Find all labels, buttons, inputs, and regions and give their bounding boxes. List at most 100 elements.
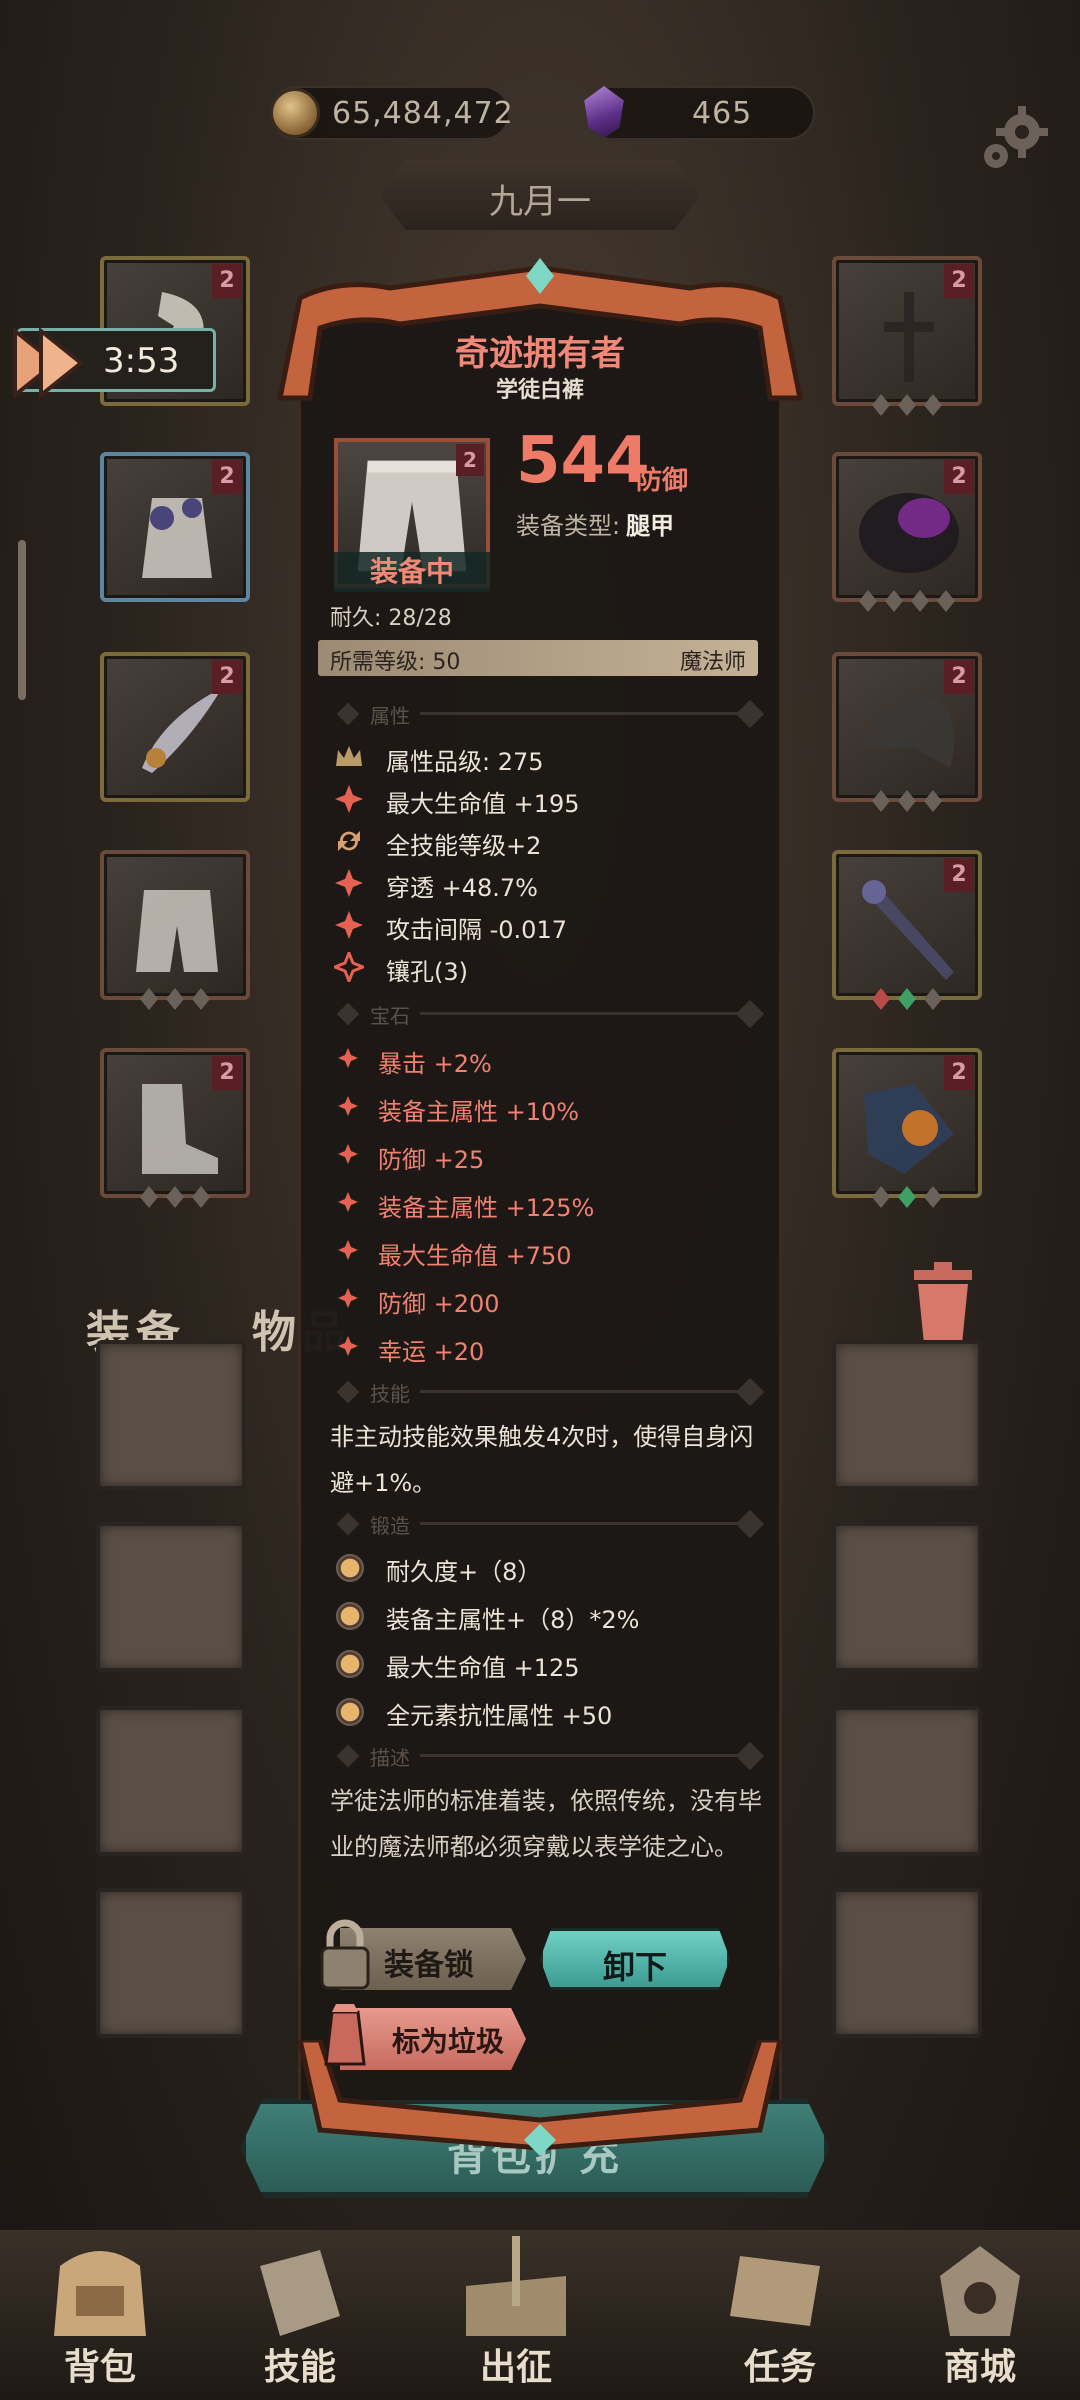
section-title: 属性 <box>370 704 410 728</box>
section-title: 宝石 <box>370 1004 410 1028</box>
section-skill: 技能 <box>330 1377 770 1407</box>
gem-star-icon <box>338 1192 358 1212</box>
inventory-slot[interactable] <box>832 1706 982 1856</box>
red-star-icon <box>335 911 363 939</box>
coin-icon <box>270 88 320 138</box>
section-title: 锻造 <box>370 1514 410 1538</box>
lock-icon <box>320 1919 370 1990</box>
inventory-slot[interactable] <box>832 1522 982 1672</box>
slot-right-5[interactable]: 2 <box>832 1048 982 1208</box>
forge-dot-icon <box>336 1698 364 1726</box>
feather-charm-icon <box>142 688 222 773</box>
socket-row <box>836 988 978 1010</box>
map-sword-icon <box>466 2236 566 2336</box>
item-subtitle: 学徒白裤 <box>495 378 584 403</box>
nav-label: 背包 <box>63 2347 136 2388</box>
crown-icon <box>336 746 362 766</box>
section-title: 技能 <box>370 1382 410 1406</box>
dark-armor-icon <box>859 493 959 573</box>
nav-label: 技能 <box>263 2347 336 2388</box>
section-description: 描述 <box>330 1741 770 1771</box>
level-badge: 2 <box>944 858 974 892</box>
button-label: 卸下 <box>602 1948 667 1986</box>
level-badge: 2 <box>944 460 974 494</box>
nav-tasks[interactable]: 任务 <box>680 2230 880 2400</box>
inventory-slot[interactable] <box>96 1888 246 2038</box>
gem-star-icon <box>338 1288 358 1308</box>
skill-description: 非主动技能效果触发4次时，使得自身闪避+1%。 <box>330 1423 754 1497</box>
defense-value: 544 <box>516 424 650 498</box>
refresh-icon <box>338 831 360 851</box>
gem-star-icon <box>338 1336 358 1356</box>
bottom-nav: 背包 技能 出征 任务 商城 <box>0 2230 1080 2400</box>
orb-shield-icon <box>864 1084 954 1174</box>
gem-star-icon <box>338 1144 358 1164</box>
timer-badge[interactable]: 3:53 <box>13 326 216 400</box>
forge-dot-icon <box>336 1602 364 1630</box>
level-badge: 2 <box>456 444 484 476</box>
inventory-slot[interactable] <box>96 1340 246 1490</box>
equipment-type-value: 腿甲 <box>626 512 675 540</box>
section-attributes: 属性 <box>330 699 770 729</box>
gem-star-icon <box>338 1096 358 1116</box>
equipment-type: 装备类型: 腿甲 <box>516 506 674 541</box>
pants-icon <box>136 890 218 972</box>
socket-icon <box>334 952 364 982</box>
double-arrow-icon <box>13 326 85 400</box>
socket-row <box>104 1186 246 1208</box>
slot-right-2[interactable]: 2 <box>832 452 982 612</box>
equipped-tag: 装备中 <box>334 552 490 592</box>
red-star-icon <box>335 869 363 897</box>
boots-icon <box>142 1084 218 1174</box>
required-class: 魔法师 <box>679 650 746 675</box>
socket-row <box>836 394 978 416</box>
button-label: 装备锁 <box>384 1948 474 1983</box>
level-badge: 2 <box>944 660 974 694</box>
staff-icon <box>862 880 954 980</box>
nav-label: 商城 <box>943 2347 1016 2388</box>
level-badge: 2 <box>212 660 242 694</box>
required-level: 所需等级: 50 <box>330 650 461 675</box>
inventory-slot[interactable] <box>832 1340 982 1490</box>
inventory-slot[interactable] <box>832 1888 982 2038</box>
level-badge: 2 <box>944 264 974 298</box>
forge-dot-icon <box>336 1554 364 1582</box>
slot-left-5[interactable]: 2 <box>100 1048 250 1208</box>
item-title: 奇迹拥有者 <box>455 334 625 374</box>
slot-left-2[interactable]: 2 <box>100 452 250 602</box>
socket-row <box>836 590 978 612</box>
defense-unit: 防御 <box>636 466 689 496</box>
slot-right-4[interactable]: 2 <box>832 850 982 1010</box>
nav-expedition[interactable]: 出征 <box>416 2230 616 2400</box>
equipment-type-label: 装备类型: <box>516 512 621 540</box>
item-description: 学徒法师的标准着装，依照传统，没有毕业的魔法师都必须穿戴以表学徒之心。 <box>330 1787 762 1861</box>
forge-dot-icon <box>336 1650 364 1678</box>
nav-shop[interactable]: 商城 <box>880 2230 1080 2400</box>
cross-necklace-icon <box>884 292 934 382</box>
gem-star-icon <box>338 1240 358 1260</box>
slot-left-4[interactable] <box>100 850 250 1010</box>
inventory-slot[interactable] <box>96 1522 246 1672</box>
junk-icon <box>324 2004 366 2066</box>
gem-star-icon <box>338 1048 358 1068</box>
slot-right-3[interactable]: 2 <box>832 652 982 812</box>
timer-value: 3:53 <box>103 341 180 381</box>
level-badge: 2 <box>212 264 242 298</box>
slot-left-3[interactable]: 2 <box>100 652 250 802</box>
scroll-icon <box>730 2256 820 2326</box>
flower-robe-icon <box>142 498 212 578</box>
scrollbar[interactable] <box>18 540 26 700</box>
gear-icon[interactable] <box>976 100 1052 176</box>
socket-row <box>836 1186 978 1208</box>
nav-label: 任务 <box>743 2347 816 2388</box>
slot-right-1[interactable]: 2 <box>832 256 982 416</box>
nav-backpack[interactable]: 背包 <box>0 2230 200 2400</box>
section-gems: 宝石 <box>330 999 770 1029</box>
trash-icon[interactable] <box>910 1262 976 1346</box>
section-title: 描述 <box>370 1746 410 1770</box>
shop-icon <box>940 2246 1020 2336</box>
inventory-slot[interactable] <box>96 1706 246 1856</box>
nav-skills[interactable]: 技能 <box>200 2230 400 2400</box>
unequip-button[interactable]: 卸下 <box>540 1928 730 1990</box>
level-badge: 2 <box>212 460 242 494</box>
